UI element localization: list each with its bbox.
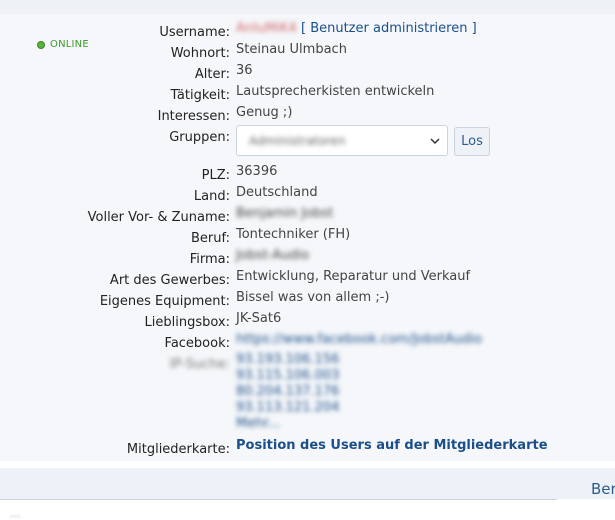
- land-label: Land:: [193, 189, 230, 204]
- ip-entry[interactable]: 93.113.121.204: [236, 400, 339, 415]
- facebook-link[interactable]: https://www.facebook.com/JobstAudio: [236, 332, 482, 347]
- mitgliederkarte-link[interactable]: Position des Users auf der Mitgliederkar…: [236, 438, 548, 453]
- wohnort-label: Wohnort:: [170, 46, 230, 61]
- ip-entry[interactable]: 93.115.106.003: [236, 368, 339, 383]
- groups-select-value: Administratoren: [249, 134, 346, 148]
- name-label: Voller Vor- & Zuname:: [87, 210, 230, 225]
- footer-bar: [0, 468, 615, 499]
- footer-ber-link[interactable]: Ber: [591, 480, 615, 498]
- equipment-label: Eigenes Equipment:: [99, 294, 230, 309]
- username-row: AnIuMiK4 [ Benutzer administrieren ]: [236, 21, 477, 36]
- taetigkeit-label: Tätigkeit:: [170, 88, 230, 103]
- alter-value: 36: [236, 63, 253, 78]
- facebook-label: Facebook:: [164, 336, 230, 351]
- beruf-value: Tontechniker (FH): [236, 227, 351, 242]
- lieblingsbox-label: Lieblingsbox:: [144, 315, 230, 330]
- firma-value: Jobst-Audio: [236, 248, 310, 263]
- equipment-value: Bissel was von allem ;-): [236, 290, 390, 305]
- ip-label: IP-Suche:: [169, 357, 230, 372]
- chevron-down-icon: [430, 138, 440, 145]
- los-button[interactable]: Los: [454, 127, 490, 156]
- footer-ghost-text: ...: [10, 507, 21, 520]
- plz-label: PLZ:: [201, 168, 230, 183]
- beruf-label: Beruf:: [191, 231, 230, 246]
- username-value[interactable]: AnIuMiK4: [236, 21, 297, 36]
- gewerbe-label: Art des Gewerbes:: [109, 273, 230, 288]
- plz-value: 36396: [236, 164, 278, 179]
- taetigkeit-value: Lautsprecherkisten entwickeln: [236, 84, 435, 99]
- interessen-label: Interessen:: [157, 109, 230, 124]
- groups-select[interactable]: Administratoren: [236, 125, 448, 156]
- online-status: ONLINE: [37, 39, 89, 50]
- footer-divider: [0, 499, 557, 500]
- alter-label: Alter:: [194, 67, 230, 82]
- ip-entry[interactable]: 80.204.137.176: [236, 384, 339, 399]
- gruppen-label: Gruppen:: [169, 130, 230, 145]
- admin-link[interactable]: [ Benutzer administrieren ]: [301, 21, 477, 36]
- top-separator: [0, 0, 615, 14]
- online-label: ONLINE: [50, 39, 89, 50]
- land-value: Deutschland: [236, 185, 318, 200]
- status-dot-icon: [37, 40, 45, 49]
- lieblingsbox-value: JK-Sat6: [236, 311, 282, 326]
- firma-label: Firma:: [189, 252, 230, 267]
- username-label: Username:: [159, 25, 230, 40]
- gewerbe-value: Entwicklung, Reparatur und Verkauf: [236, 269, 471, 284]
- wohnort-value: Steinau Ulmbach: [236, 42, 347, 57]
- ip-entry[interactable]: 93.193.106.156: [236, 352, 339, 367]
- ip-more-link[interactable]: Mehr...: [236, 416, 280, 431]
- interessen-value: Genug ;): [236, 105, 293, 120]
- karte-label: Mitgliederkarte:: [126, 442, 230, 457]
- name-value: Benjamin Jobst: [236, 206, 334, 221]
